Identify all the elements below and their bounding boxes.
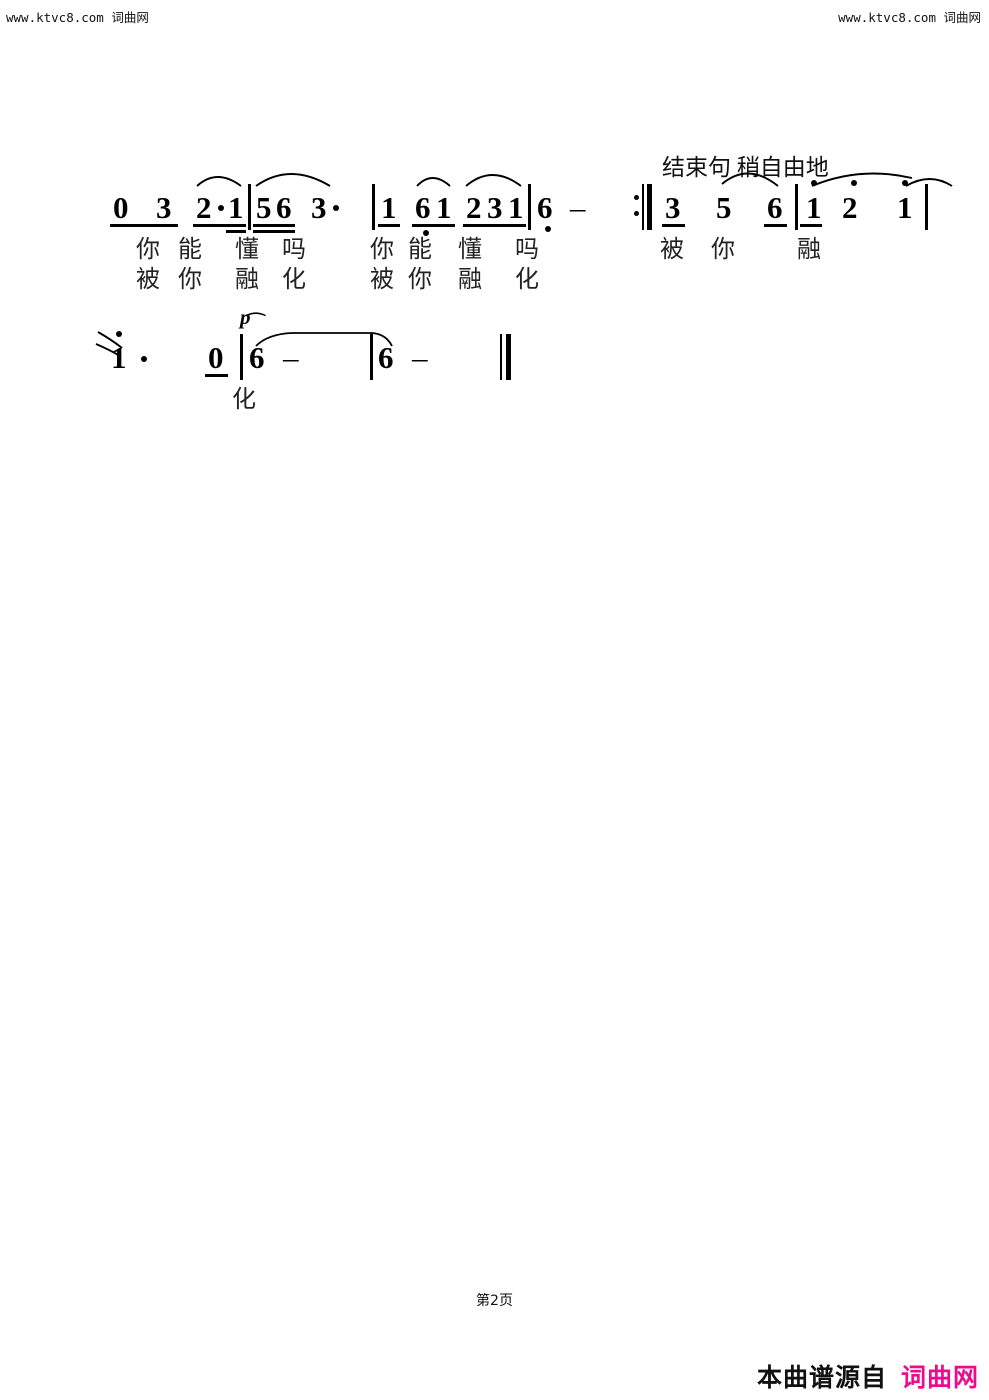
- note-6: 6: [276, 190, 292, 225]
- note-6: 6: [378, 340, 394, 375]
- note-extension-dash: –: [412, 340, 428, 375]
- note-2: 2: [196, 190, 212, 225]
- beam-line: [463, 224, 526, 227]
- repeat-sign: [634, 184, 652, 230]
- note-extension-dash: –: [283, 340, 299, 375]
- lyric-char: 你: [711, 237, 735, 263]
- beam-line: [800, 224, 822, 227]
- note-3: 3: [156, 190, 172, 225]
- barline: [240, 334, 243, 380]
- slur: [416, 177, 451, 187]
- barline: [528, 184, 531, 230]
- beam-line: [253, 224, 295, 227]
- note-6: 6: [767, 190, 783, 225]
- slur: [255, 173, 331, 187]
- source-credit: 本曲谱源自 词曲网: [757, 1358, 979, 1394]
- lyric-char: 懂: [458, 237, 482, 263]
- augmentation-dot: [218, 205, 224, 211]
- note-1: 1: [228, 190, 244, 225]
- note-2: 2: [466, 190, 482, 225]
- beam-line: [253, 230, 295, 233]
- octave-dot-high: [116, 331, 122, 337]
- beam-line: [193, 224, 246, 227]
- note-1: 1: [508, 190, 524, 225]
- note-1-high: 1: [111, 340, 127, 375]
- music-score: 结束句 稍自由地 0 3 2 1 5 6 3 1 6 1 2 3 1 6 – 3…: [0, 0, 989, 460]
- barline: [925, 184, 928, 230]
- lyric-char: 化: [515, 267, 539, 293]
- lyric-char: 被: [136, 267, 160, 293]
- note-1-high: 1: [806, 190, 822, 225]
- barline: [370, 334, 373, 380]
- octave-dot-low: [423, 230, 429, 236]
- note-6: 6: [415, 190, 431, 225]
- beam-line: [764, 224, 787, 227]
- beam-line: [378, 224, 400, 227]
- lyric-char: 吗: [282, 237, 306, 263]
- lyric-char: 被: [370, 267, 394, 293]
- note-1-high: 1: [897, 190, 913, 225]
- beam-line: [110, 224, 178, 227]
- note-2-high: 2: [842, 190, 858, 225]
- note-3: 3: [487, 190, 503, 225]
- note-1: 1: [436, 190, 452, 225]
- lyric-char: 懂: [235, 237, 259, 263]
- final-barline: [500, 334, 512, 380]
- note-1: 1: [381, 190, 397, 225]
- augmentation-dot: [141, 356, 147, 362]
- beam-line: [662, 224, 685, 227]
- lyric-char: 化: [232, 387, 256, 413]
- octave-dot-high: [811, 180, 817, 186]
- lyric-char: 吗: [515, 237, 539, 263]
- slur: [196, 176, 242, 187]
- barline: [372, 184, 375, 230]
- octave-dot-high: [851, 180, 857, 186]
- source-brand: 词曲网: [900, 1363, 979, 1392]
- lyric-char: 融: [797, 237, 821, 263]
- augmentation-dot: [333, 205, 339, 211]
- note-0: 0: [208, 340, 224, 375]
- sheet-music-page: www.ktvc8.com 词曲网 www.ktvc8.com 词曲网 结束句 …: [0, 0, 989, 1400]
- octave-dot-low: [545, 226, 551, 232]
- page-number: 第2页: [476, 1293, 513, 1309]
- tie: [905, 178, 953, 187]
- barline: [248, 184, 251, 230]
- note-3: 3: [665, 190, 681, 225]
- beam-line: [205, 374, 228, 377]
- lyric-char: 你: [136, 237, 160, 263]
- lyric-char: 能: [178, 237, 202, 263]
- note-6: 6: [249, 340, 265, 375]
- expression-ending-phrase: 结束句 稍自由地: [662, 155, 829, 180]
- lyric-char: 融: [458, 267, 482, 293]
- beam-line: [412, 224, 455, 227]
- lyric-char: 能: [408, 237, 432, 263]
- octave-dot-high: [902, 180, 908, 186]
- slur-overlay: [95, 172, 953, 357]
- beam-line: [226, 230, 246, 233]
- note-extension-dash: –: [570, 190, 586, 225]
- lyric-char: 你: [370, 237, 394, 263]
- slur: [465, 174, 522, 187]
- note-5: 5: [256, 190, 272, 225]
- lyric-char: 你: [408, 267, 432, 293]
- note-0: 0: [113, 190, 129, 225]
- source-prefix: 本曲谱源自: [756, 1363, 887, 1392]
- lyric-char: 被: [660, 237, 684, 263]
- lyric-char: 融: [235, 267, 259, 293]
- barline: [795, 184, 798, 230]
- fermata-symbol: ⁀: [247, 314, 265, 339]
- note-6: 6: [537, 190, 553, 225]
- lyric-char: 化: [282, 267, 306, 293]
- note-3: 3: [311, 190, 327, 225]
- lyric-char: 你: [178, 267, 202, 293]
- note-5: 5: [716, 190, 732, 225]
